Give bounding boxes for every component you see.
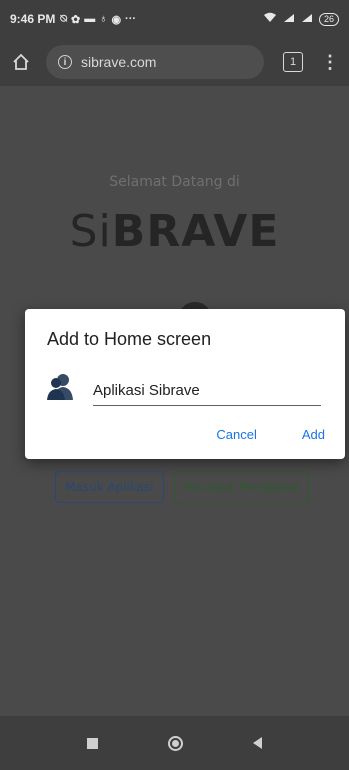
app-person-icon [47, 374, 73, 400]
info-icon[interactable]: i [58, 55, 72, 69]
url-text: sibrave.com [81, 54, 157, 70]
url-bar[interactable]: i sibrave.com [46, 45, 264, 79]
page-buttons: Masuk Aplikasi Petunjuk Pengguna [55, 471, 309, 503]
more-dots-icon: ··· [125, 13, 137, 25]
masuk-aplikasi-button[interactable]: Masuk Aplikasi [55, 471, 164, 503]
logo-light-part: Si [69, 206, 112, 257]
home-icon [13, 53, 29, 70]
muted-bell-icon: ⍉ [60, 12, 67, 25]
settings-gear-icon: ✿ [70, 13, 81, 26]
battery-indicator: 26 [318, 12, 339, 26]
welcome-text: Selamat Datang di [109, 174, 240, 190]
cancel-button[interactable]: Cancel [216, 427, 256, 442]
camera-icon: ◉ [111, 13, 122, 26]
status-icons: ⍉ ✿ ▬ ♁ ◉ ··· [60, 13, 136, 26]
sibrave-logo: SiBRAVE [0, 206, 349, 257]
recents-button[interactable] [87, 737, 98, 749]
wifi-icon [263, 12, 277, 26]
status-right: 26 [263, 12, 339, 26]
vertical-dots-icon: ⋮ [321, 52, 339, 72]
browser-toolbar: i sibrave.com 1 ⋮ [0, 38, 349, 86]
status-time: 9:46 PM [10, 12, 56, 26]
add-to-home-dialog: Add to Home screen Cancel Add [25, 309, 345, 459]
overflow-menu-button[interactable]: ⋮ [321, 53, 339, 71]
signal-icon [283, 13, 295, 26]
logo-bold-part: BRAVE [111, 206, 280, 257]
petunjuk-pengguna-button[interactable]: Petunjuk Pengguna [173, 471, 309, 503]
dialog-title: Add to Home screen [47, 329, 212, 349]
home-button[interactable] [10, 51, 32, 73]
location-pin-icon: ♁ [99, 13, 108, 25]
card-icon: ▬ [84, 13, 96, 25]
dialog-actions: Cancel Add [216, 427, 325, 442]
back-button[interactable] [253, 737, 262, 749]
status-left: 9:46 PM ⍉ ✿ ▬ ♁ ◉ ··· [10, 12, 136, 26]
tab-switcher-button[interactable]: 1 [283, 52, 303, 72]
app-name-input[interactable] [93, 380, 321, 406]
home-nav-button[interactable] [168, 735, 183, 751]
add-button[interactable]: Add [302, 427, 325, 442]
signal-icon-2 [301, 13, 313, 26]
status-bar: 9:46 PM ⍉ ✿ ▬ ♁ ◉ ··· 26 [0, 0, 349, 38]
system-nav-bar [0, 716, 349, 770]
